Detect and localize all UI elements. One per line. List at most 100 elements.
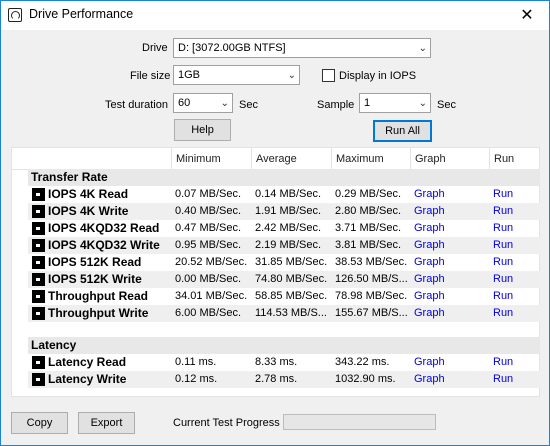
run-all-button[interactable]: Run All [373, 120, 432, 142]
row-name: Latency Read [48, 355, 127, 369]
row-average: 8.33 ms. [255, 356, 298, 368]
graph-link[interactable]: Graph [414, 288, 445, 305]
sample-unit: Sec [437, 99, 456, 111]
row-average: 74.80 MB/Sec. [255, 273, 328, 285]
row-minimum: 20.52 MB/Sec. [175, 256, 248, 268]
table-row: Throughput Read 34.01 MB/Sec. 58.85 MB/S… [28, 288, 540, 305]
chevron-down-icon: ⌄ [418, 98, 427, 109]
column-header-run: Run [489, 148, 539, 170]
graph-link[interactable]: Graph [414, 186, 445, 203]
expand-icon [32, 356, 45, 369]
graph-link[interactable]: Graph [414, 354, 445, 371]
row-minimum: 0.12 ms. [175, 373, 218, 385]
column-header-graph: Graph [410, 148, 489, 170]
row-minimum: 0.07 MB/Sec. [175, 188, 242, 200]
column-header-minimum: Minimum [171, 148, 251, 170]
table-row: IOPS 4K Write 0.40 MB/Sec. 1.91 MB/Sec. … [28, 203, 540, 220]
row-maximum: 2.80 MB/Sec. [335, 205, 402, 217]
row-average: 58.85 MB/Sec. [255, 290, 328, 302]
section-transfer-rate: Transfer Rate [28, 169, 540, 186]
test-duration-select[interactable]: 60 ⌄ [173, 93, 233, 113]
run-link[interactable]: Run [493, 186, 513, 203]
row-name: IOPS 4K Write [48, 204, 129, 218]
run-link[interactable]: Run [493, 237, 513, 254]
file-size-select-value: 1GB [178, 69, 201, 81]
run-link[interactable]: Run [493, 271, 513, 288]
copy-button[interactable]: Copy [11, 412, 68, 434]
current-test-progress-bar [283, 414, 436, 430]
sample-value: 1 [364, 97, 371, 109]
file-size-select[interactable]: 1GB ⌄ [173, 65, 300, 85]
help-button[interactable]: Help [174, 119, 231, 141]
title-bar: Drive Performance ✕ [1, 1, 549, 30]
row-maximum: 38.53 MB/Sec. [335, 256, 408, 268]
sample-label: Sample [317, 99, 355, 111]
export-button[interactable]: Export [78, 412, 135, 434]
run-link[interactable]: Run [493, 288, 513, 305]
run-link[interactable]: Run [493, 354, 513, 371]
table-row: Latency Write 0.12 ms. 2.78 ms. 1032.90 … [28, 371, 540, 388]
row-minimum: 6.00 MB/Sec. [175, 307, 242, 319]
drive-select[interactable]: D: [3072.00GB NTFS] ⌄ [173, 38, 431, 58]
row-minimum: 0.00 MB/Sec. [175, 273, 242, 285]
row-maximum: 3.81 MB/Sec. [335, 239, 402, 251]
row-name: IOPS 4K Read [48, 187, 129, 201]
run-link[interactable]: Run [493, 254, 513, 271]
table-row: IOPS 4K Read 0.07 MB/Sec. 0.14 MB/Sec. 0… [28, 186, 540, 203]
drive-performance-window: Drive Performance ✕ Drive D: [3072.00GB … [0, 0, 550, 446]
expand-icon [32, 290, 45, 303]
window-title: Drive Performance [29, 7, 134, 21]
row-minimum: 0.40 MB/Sec. [175, 205, 242, 217]
row-maximum: 1032.90 ms. [335, 373, 396, 385]
row-minimum: 0.47 MB/Sec. [175, 222, 242, 234]
graph-link[interactable]: Graph [414, 220, 445, 237]
expand-icon [32, 205, 45, 218]
expand-icon [32, 307, 45, 320]
graph-link[interactable]: Graph [414, 237, 445, 254]
row-name: Throughput Write [48, 306, 149, 320]
row-name: Latency Write [48, 372, 127, 386]
run-link[interactable]: Run [493, 305, 513, 322]
section-latency: Latency [28, 337, 540, 354]
chevron-down-icon: ⌄ [287, 70, 296, 81]
test-duration-value: 60 [178, 97, 191, 109]
expand-icon [32, 188, 45, 201]
table-row: Latency Read 0.11 ms. 8.33 ms. 343.22 ms… [28, 354, 540, 371]
current-test-progress-label: Current Test Progress [173, 417, 280, 429]
run-link[interactable]: Run [493, 371, 513, 388]
graph-link[interactable]: Graph [414, 271, 445, 288]
results-table: Minimum Average Maximum Graph Run Transf… [11, 147, 540, 397]
display-iops-checkbox[interactable] [322, 69, 335, 82]
graph-link[interactable]: Graph [414, 203, 445, 220]
drive-label: Drive [142, 42, 168, 54]
graph-link[interactable]: Graph [414, 254, 445, 271]
row-minimum: 34.01 MB/Sec. [175, 290, 248, 302]
graph-link[interactable]: Graph [414, 305, 445, 322]
row-name: IOPS 512K Write [48, 272, 142, 286]
table-row: IOPS 4KQD32 Read 0.47 MB/Sec. 2.42 MB/Se… [28, 220, 540, 237]
run-link[interactable]: Run [493, 203, 513, 220]
row-average: 2.42 MB/Sec. [255, 222, 322, 234]
sample-select[interactable]: 1 ⌄ [359, 93, 431, 113]
run-link[interactable]: Run [493, 220, 513, 237]
table-row: IOPS 512K Read 20.52 MB/Sec. 31.85 MB/Se… [28, 254, 540, 271]
row-maximum: 78.98 MB/Sec. [335, 290, 408, 302]
expand-icon [32, 373, 45, 386]
expand-icon [32, 222, 45, 235]
row-average: 1.91 MB/Sec. [255, 205, 322, 217]
table-row: Throughput Write 6.00 MB/Sec. 114.53 MB/… [28, 305, 540, 322]
display-iops-label: Display in IOPS [339, 70, 417, 82]
close-button[interactable]: ✕ [505, 1, 549, 30]
row-average: 0.14 MB/Sec. [255, 188, 322, 200]
table-row: IOPS 4KQD32 Write 0.95 MB/Sec. 2.19 MB/S… [28, 237, 540, 254]
row-average: 114.53 MB/S... [255, 307, 327, 319]
expand-icon [32, 239, 45, 252]
row-minimum: 0.95 MB/Sec. [175, 239, 242, 251]
row-average: 31.85 MB/Sec. [255, 256, 328, 268]
row-average: 2.19 MB/Sec. [255, 239, 322, 251]
row-name: Throughput Read [48, 289, 148, 303]
drive-select-value: D: [3072.00GB NTFS] [178, 42, 286, 54]
chevron-down-icon: ⌄ [220, 98, 229, 109]
row-maximum: 0.29 MB/Sec. [335, 188, 402, 200]
graph-link[interactable]: Graph [414, 371, 445, 388]
